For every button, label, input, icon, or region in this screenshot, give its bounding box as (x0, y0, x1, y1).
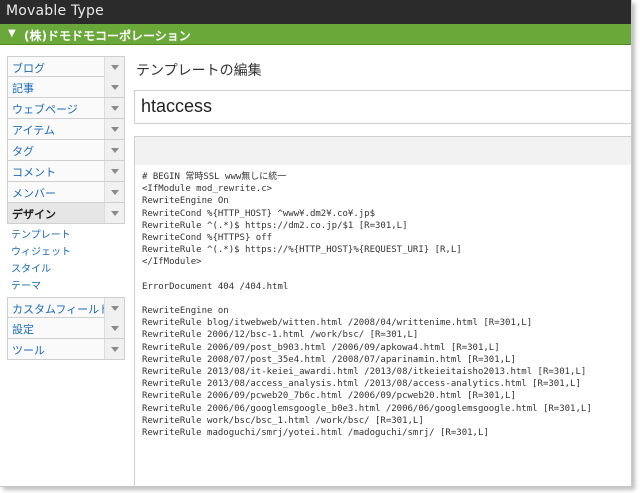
sidebar-item-label[interactable]: カスタムフィールド (12, 301, 110, 317)
code-line[interactable]: RewriteRule 2008/07/post_35e4.html /2008… (142, 354, 631, 366)
sidebar-item-assets[interactable]: アイテム (7, 119, 125, 140)
code-line[interactable]: RewriteRule 2013/08/it-keiei_awardi.html… (142, 366, 631, 378)
sidebar-item-label[interactable]: ツール (12, 342, 45, 358)
code-line[interactable]: RewriteEngine On (142, 195, 631, 207)
code-line[interactable]: RewriteRule 2013/08/access_analysis.html… (142, 378, 631, 390)
code-line[interactable] (142, 293, 631, 305)
caret-down-icon[interactable] (104, 98, 124, 118)
sidebar-item-label[interactable]: メンバー (12, 185, 56, 201)
submenu-item-widgets[interactable]: ウィジェット (11, 244, 125, 261)
app-title[interactable]: Movable Type (6, 3, 104, 19)
code-line[interactable]: RewriteRule 2006/09/post_b903.html /2006… (142, 342, 631, 354)
sidebar-item-blog[interactable]: ブログ (7, 56, 125, 77)
code-line[interactable]: RewriteRule work/bsc/bsc_1.html /work/bs… (142, 415, 631, 427)
sidebar-item-label[interactable]: 記事 (12, 80, 34, 96)
submenu-item-styles[interactable]: スタイル (11, 261, 125, 278)
sidebar-nav: ブログ 記事 ウェブページ アイテム タグ コメント メンバー デザイン テンプ… (7, 56, 125, 360)
design-submenu: テンプレート ウィジェット スタイル テーマ (7, 224, 125, 297)
sidebar-item-label[interactable]: コメント (12, 164, 56, 180)
code-line[interactable]: RewriteRule blog/itwebweb/witten.html /2… (142, 317, 631, 329)
template-code-editor[interactable]: # BEGIN 常時SSL www無しに統一 <IfModule mod_rew… (134, 165, 631, 486)
caret-down-icon[interactable] (104, 77, 124, 97)
sidebar-item-label[interactable]: ウェブページ (12, 101, 78, 117)
submenu-item-themes[interactable]: テーマ (11, 278, 125, 295)
code-line[interactable]: RewriteRule 2006/06/googlemsgoogle_b0e3.… (142, 403, 631, 415)
caret-down-icon[interactable] (104, 298, 124, 318)
caret-down-icon[interactable] (104, 140, 124, 160)
sidebar-item-members[interactable]: メンバー (7, 182, 125, 203)
sidebar-item-tags[interactable]: タグ (7, 140, 125, 161)
sidebar-item-settings[interactable]: 設定 (7, 318, 125, 339)
code-line[interactable]: RewriteCond %{HTTPS} off (142, 232, 631, 244)
top-bar: Movable Type (0, 0, 631, 24)
sidebar-item-pages[interactable]: ウェブページ (7, 98, 125, 119)
code-line[interactable]: RewriteRule ^(.*)$ https://dm2.co.jp/$1 … (142, 220, 631, 232)
site-name[interactable]: (株)ドモドモコーポレーション (24, 27, 191, 44)
sidebar-item-design[interactable]: デザイン (7, 203, 125, 224)
code-line[interactable]: RewriteEngine on (142, 305, 631, 317)
sidebar-item-entries[interactable]: 記事 (7, 77, 125, 98)
code-line[interactable]: </IfModule> (142, 256, 631, 268)
sidebar-item-custom-fields[interactable]: カスタムフィールド (7, 297, 125, 318)
code-line[interactable]: <IfModule mod_rewrite.c> (142, 183, 631, 195)
sidebar-item-comments[interactable]: コメント (7, 161, 125, 182)
code-line[interactable]: RewriteRule 2006/12/bsc-1.html /work/bsc… (142, 329, 631, 341)
caret-down-icon[interactable] (104, 203, 124, 223)
code-line[interactable]: RewriteRule madoguchi/smrj/yotei.html /m… (142, 427, 631, 439)
caret-down-icon[interactable] (104, 57, 124, 77)
sidebar-item-label[interactable]: 設定 (12, 321, 34, 337)
sidebar-item-label[interactable]: アイテム (12, 122, 55, 138)
code-line[interactable]: # BEGIN 常時SSL www無しに統一 (142, 171, 631, 183)
code-line[interactable]: RewriteCond %{HTTP_HOST} ^www¥.dm2¥.co¥.… (142, 208, 631, 220)
page-title: テンプレートの編集 (136, 63, 262, 79)
site-bar[interactable]: ▼ (株)ドモドモコーポレーション (0, 24, 631, 45)
caret-down-icon[interactable] (104, 182, 124, 202)
caret-down-icon[interactable] (104, 161, 124, 181)
submenu-item-templates[interactable]: テンプレート (11, 227, 125, 244)
caret-down-icon[interactable] (104, 339, 124, 359)
chevron-down-icon[interactable]: ▼ (8, 28, 16, 39)
code-line[interactable]: ErrorDocument 404 /404.html (142, 281, 631, 293)
template-name-value[interactable]: htaccess (141, 96, 212, 117)
code-line[interactable] (142, 269, 631, 281)
app-window: Movable Type ▼ (株)ドモドモコーポレーション ブログ 記事 ウェ… (0, 0, 632, 487)
editor-toolbar (134, 136, 631, 166)
code-line[interactable]: RewriteRule ^(.*)$ https://%{HTTP_HOST}%… (142, 244, 631, 256)
caret-down-icon[interactable] (104, 119, 124, 139)
sidebar-item-label[interactable]: タグ (12, 143, 34, 159)
sidebar-item-label[interactable]: ブログ (12, 60, 45, 76)
sidebar-item-label[interactable]: デザイン (12, 206, 56, 222)
caret-down-icon[interactable] (104, 318, 124, 338)
sidebar-item-tools[interactable]: ツール (7, 339, 125, 360)
code-line[interactable]: RewriteRule 2006/09/pcweb20_7b6c.html /2… (142, 390, 631, 402)
template-name-input[interactable]: htaccess (134, 90, 631, 124)
